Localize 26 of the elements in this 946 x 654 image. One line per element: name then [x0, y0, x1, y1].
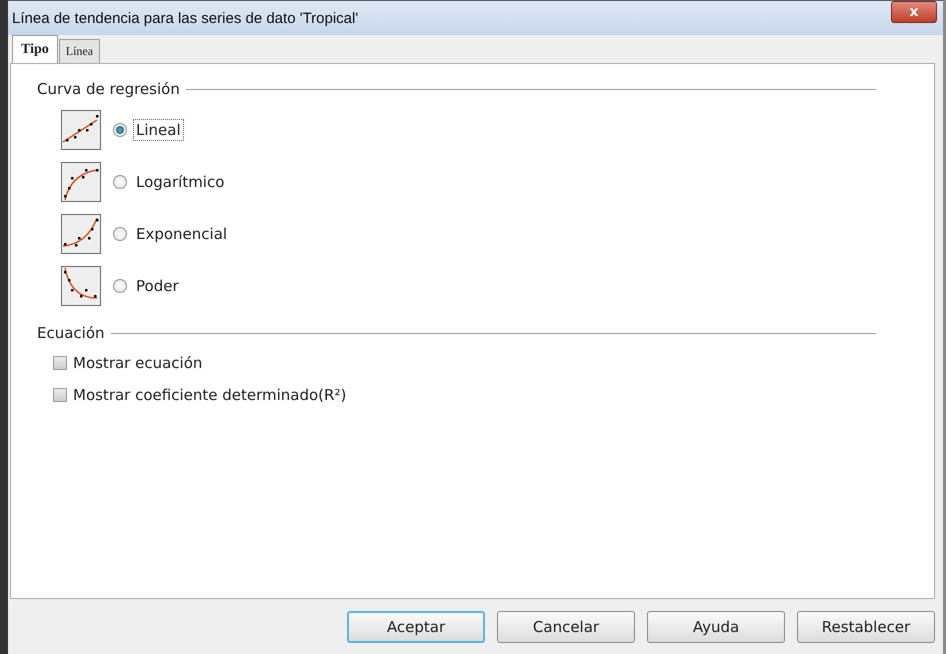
section-title: Ecuación	[37, 324, 105, 342]
section-title: Curva de regresión	[37, 80, 180, 98]
checkbox[interactable]	[53, 388, 67, 402]
dialog-button[interactable]: Restablecer	[797, 611, 935, 643]
trendline-chart-icon	[61, 162, 101, 202]
dialog-button[interactable]: Cancelar	[497, 611, 635, 643]
radio-label[interactable]: Poder	[133, 275, 182, 297]
window-title: Línea de tendencia para las series de dato 'Tropical'	[12, 10, 358, 26]
radio-button[interactable]	[113, 279, 127, 293]
dialog-button[interactable]: Aceptar	[347, 611, 485, 643]
radio-button[interactable]	[113, 227, 127, 241]
radio-label[interactable]: Logarítmico	[133, 171, 228, 193]
checkbox-label[interactable]: Mostrar ecuación	[73, 354, 202, 372]
radio-label[interactable]: Lineal	[133, 119, 184, 141]
checkbox[interactable]	[53, 356, 67, 370]
close-button[interactable]: x	[891, 1, 937, 23]
trendline-chart-icon	[61, 110, 101, 150]
radio-label[interactable]: Exponencial	[133, 223, 230, 245]
trendline-chart-icon	[61, 214, 101, 254]
checkbox-label[interactable]: Mostrar coeficiente determinado(R²)	[73, 386, 346, 404]
trendline-chart-icon	[61, 266, 101, 306]
tab[interactable]: Tipo	[12, 35, 58, 63]
radio-button[interactable]	[113, 175, 127, 189]
dialog-button[interactable]: Ayuda	[647, 611, 785, 643]
tab[interactable]: Línea	[58, 39, 100, 63]
radio-button[interactable]	[113, 123, 127, 137]
